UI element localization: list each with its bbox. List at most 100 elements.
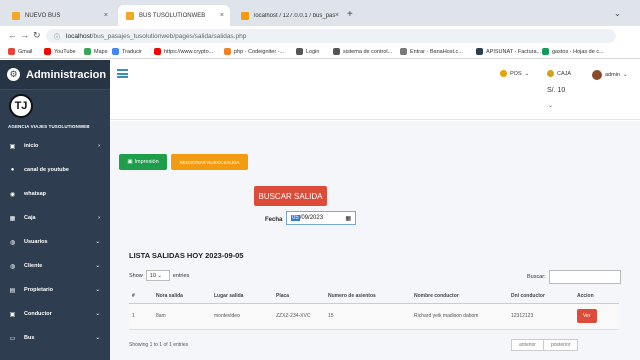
- bookmark-item[interactable]: YouTube: [44, 48, 76, 55]
- print-button[interactable]: ▣ Impresión: [119, 154, 167, 170]
- tab-favicon-icon: [241, 11, 249, 20]
- tab-bus-tusolutionweb[interactable]: BUS TUSOLUTIONWEB ×: [118, 5, 230, 26]
- sidebar-item-label: Caja: [24, 215, 36, 221]
- bookmark-icon: [44, 48, 51, 55]
- column-header[interactable]: Lugar salida: [211, 289, 273, 304]
- url-path: /bus_pasajes_tusolutionweb/pages/salida/…: [91, 32, 247, 40]
- hamburger-menu-icon[interactable]: [117, 69, 128, 78]
- bookmark-item[interactable]: php - Codeigniter -...: [224, 48, 284, 55]
- sidebar-item-bus[interactable]: ▭ Bus ⌄: [0, 326, 110, 350]
- menu-icon: ▣: [9, 311, 16, 318]
- reload-icon[interactable]: ↻: [33, 30, 41, 40]
- bookmark-item[interactable]: Maps: [84, 48, 107, 55]
- departures-table: # Nora salida Lugar salida Placa Numero …: [129, 289, 619, 330]
- next-page-button[interactable]: posterior: [543, 339, 579, 351]
- tab-title: BUS TUSOLUTIONWEB: [139, 12, 206, 19]
- bookmark-icon: [154, 48, 161, 55]
- bookmark-item[interactable]: Login: [296, 48, 319, 55]
- sidebar-item-label: canal de youtube: [24, 167, 69, 173]
- top-navbar: POS ⌄ CAJA admin ⌄ S/. 10 ⌄: [110, 60, 640, 120]
- column-header[interactable]: Dni conductor: [508, 289, 574, 304]
- bookmark-item[interactable]: gastos - Hojas de c...: [542, 48, 604, 55]
- bookmark-icon: [84, 48, 91, 55]
- cell-lugar: montevideo: [211, 303, 273, 330]
- cell-conductor: Richard yeik madison dabom: [411, 303, 508, 330]
- user-label: admin: [605, 72, 620, 78]
- sidebar-item-whatsap[interactable]: ◉ whatsap: [0, 182, 110, 206]
- sidebar-item-inicio[interactable]: ▣ inicio ›: [0, 134, 110, 158]
- chevron-icon: ⌄: [95, 263, 100, 269]
- menu-icon: ●: [10, 167, 15, 173]
- chevron-down-icon: ⌄: [622, 72, 628, 78]
- column-header[interactable]: Accion: [574, 289, 619, 304]
- menu-icon: ▦: [9, 215, 16, 222]
- cell-hora: 8am: [153, 303, 211, 330]
- bookmark-item[interactable]: Entrar - BanaHost.c...: [400, 48, 463, 55]
- date-day-segment[interactable]: 05: [291, 215, 300, 221]
- back-arrow-icon[interactable]: ←: [8, 30, 17, 40]
- sidebar-item-usuarios[interactable]: ◍ Usuarios ⌄: [0, 230, 110, 254]
- bookmark-item[interactable]: Gmail: [8, 48, 32, 55]
- date-field[interactable]: 05/09/2023 ▦: [286, 211, 356, 225]
- sidebar-item-cliente[interactable]: ◍ Cliente ⌄: [0, 254, 110, 278]
- table-row: 1 8am montevideo ZZXZ-234-XVC 15 Richard…: [129, 303, 619, 330]
- tab-phpmyadmin[interactable]: localhost / 127.0.0.1 / bus_pasaje ×: [233, 5, 345, 26]
- tab-nuevo-bus[interactable]: NUEVO BUS ×: [4, 5, 114, 26]
- cash-balance: S/. 10: [547, 87, 566, 94]
- bookmark-item[interactable]: https://www.crypto...: [154, 48, 213, 55]
- sidebar-brand[interactable]: ⚙ Administracion: [0, 60, 110, 90]
- user-menu[interactable]: admin ⌄: [592, 70, 628, 80]
- register-departure-button[interactable]: REGISTRAR NUEVA SALIDA: [171, 154, 248, 170]
- bookmark-item[interactable]: Traducir: [112, 48, 142, 55]
- menu-icon: ◉: [9, 191, 16, 198]
- calendar-icon[interactable]: ▦: [345, 215, 351, 222]
- bookmark-item[interactable]: sistema de control...: [333, 48, 392, 55]
- column-header[interactable]: Placa: [273, 289, 325, 304]
- bookmark-icon: [224, 48, 231, 55]
- close-tab-icon[interactable]: ×: [335, 12, 339, 19]
- column-header[interactable]: Nora salida: [153, 289, 211, 304]
- bookmark-icon: [112, 48, 119, 55]
- date-rest: /09/2023: [299, 215, 324, 221]
- close-tab-icon[interactable]: ×: [104, 12, 108, 19]
- column-header[interactable]: #: [129, 289, 153, 304]
- cell-asientos: 15: [325, 303, 411, 330]
- page-length-select[interactable]: 10 ⌄: [145, 270, 170, 281]
- previous-page-button[interactable]: anterior: [511, 339, 544, 351]
- info-icon[interactable]: ⓘ: [54, 32, 60, 41]
- caja-menu[interactable]: CAJA: [547, 70, 571, 77]
- column-header[interactable]: Numero de asientos: [325, 289, 411, 304]
- search-departure-button[interactable]: BUSCAR SALIDA: [254, 186, 327, 206]
- tab-title: NUEVO BUS: [25, 12, 61, 19]
- table-header-row: # Nora salida Lugar salida Placa Numero …: [129, 289, 619, 304]
- sidebar-item-caja[interactable]: ▦ Caja ›: [0, 206, 110, 230]
- new-tab-button[interactable]: +: [347, 9, 353, 20]
- chevron-icon: ⌄: [95, 287, 100, 293]
- caja-label: CAJA: [557, 70, 572, 77]
- url-field[interactable]: ⓘ localhost/bus_pasajes_tusolutionweb/pa…: [46, 29, 616, 43]
- menu-icon: ▤: [9, 287, 16, 294]
- sidebar-item-conductor[interactable]: ▣ Conductor ⌄: [0, 302, 110, 326]
- sidebar-item-propietario[interactable]: ▤ Propietario ⌄: [0, 278, 110, 302]
- bookmark-item[interactable]: APISUNAT - Factura...: [476, 48, 541, 55]
- bookmark-label: Login: [306, 48, 320, 55]
- bookmark-icon: [333, 48, 340, 55]
- sidebar-item-canal-de-youtube[interactable]: ● canal de youtube: [0, 158, 110, 182]
- cash-icon: [547, 70, 554, 77]
- view-button[interactable]: Ver: [577, 309, 597, 323]
- column-header[interactable]: Nombre conductor: [411, 289, 508, 304]
- bookmark-icon: [542, 48, 549, 55]
- pos-menu[interactable]: POS ⌄: [500, 70, 529, 77]
- tab-search-chevron-icon[interactable]: ⌄: [614, 9, 621, 18]
- search-input[interactable]: [548, 270, 621, 284]
- chevron-down-icon[interactable]: ⌄: [548, 102, 553, 109]
- page-length-value: 10: [149, 273, 156, 279]
- bookmark-label: Maps: [94, 48, 108, 55]
- menu-icon: ◍: [9, 263, 16, 270]
- table-info: Showing 1 to 1 of 1 entries: [129, 342, 189, 348]
- forward-arrow-icon[interactable]: →: [20, 30, 29, 40]
- bookmark-label: Entrar - BanaHost.c...: [410, 48, 463, 55]
- close-tab-icon[interactable]: ×: [220, 12, 224, 19]
- printer-icon: ▣: [127, 159, 133, 165]
- url-host: localhost: [66, 32, 92, 40]
